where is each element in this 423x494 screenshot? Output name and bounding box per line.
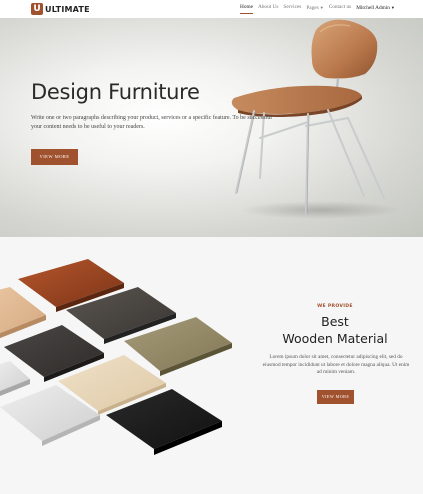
section-title-line1: Best bbox=[321, 314, 349, 329]
nav-item-pages-label: Pages bbox=[306, 5, 319, 11]
section-description: Lorem ipsum dolor sit amet, consectetur … bbox=[262, 354, 410, 376]
hero-description: Write one or two paragraphs describing y… bbox=[31, 115, 272, 130]
nav-item-contact-us[interactable]: Contact us bbox=[329, 0, 352, 18]
nav-item-services[interactable]: Services bbox=[283, 0, 301, 18]
section-title: Best Wooden Material bbox=[260, 313, 410, 347]
wood-samples-image bbox=[0, 259, 232, 455]
brand-logo[interactable]: U ULTIMATE bbox=[31, 3, 90, 15]
user-name: Mitchell Admin bbox=[356, 5, 390, 11]
hero-section: Design Furniture Write one or two paragr… bbox=[0, 18, 423, 237]
hero-view-more-button[interactable]: VIEW MORE bbox=[31, 149, 78, 165]
caret-down-icon: ▼ bbox=[390, 5, 395, 10]
nav-item-about-us[interactable]: About Us bbox=[258, 0, 278, 18]
user-menu[interactable]: Mitchell Admin▼ bbox=[356, 0, 395, 18]
section-view-more-button[interactable]: VIEW MORE bbox=[317, 390, 354, 404]
caret-down-icon: ▼ bbox=[319, 5, 324, 10]
main-menu: Home About Us Services Pages▼ Contact us… bbox=[240, 0, 400, 18]
navbar: U ULTIMATE Home About Us Services Pages▼… bbox=[0, 0, 423, 18]
section-title-line2: Wooden Material bbox=[282, 331, 388, 346]
section-eyebrow: WE PROVIDE bbox=[317, 304, 353, 309]
brand-name: ULTIMATE bbox=[45, 4, 90, 14]
logo-mark: U bbox=[31, 3, 43, 15]
nav-item-home[interactable]: Home bbox=[240, 0, 253, 18]
nav-item-pages[interactable]: Pages▼ bbox=[306, 0, 323, 18]
hero-title: Design Furniture bbox=[31, 80, 200, 104]
material-section: WE PROVIDE Best Wooden Material Lorem ip… bbox=[0, 237, 423, 494]
